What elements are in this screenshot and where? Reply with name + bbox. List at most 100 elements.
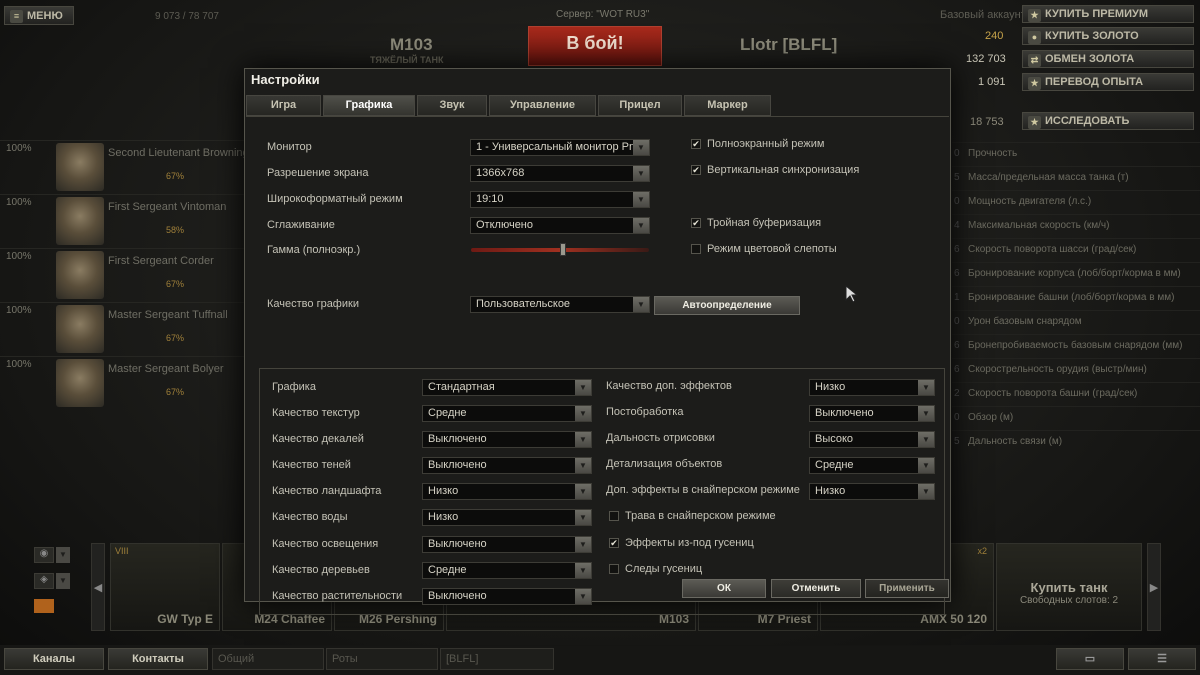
battle-button[interactable]: В бой! bbox=[528, 26, 662, 66]
decal-quality-select[interactable]: Выключено ▼ bbox=[422, 431, 592, 448]
vegetation-quality-value: Выключено bbox=[428, 590, 487, 602]
chevron-down-icon: ▼ bbox=[918, 432, 934, 447]
crew-portrait bbox=[56, 305, 104, 353]
channel-companies[interactable]: Роты bbox=[326, 648, 438, 670]
channel-common[interactable]: Общий bbox=[212, 648, 324, 670]
stat-label: Скорость поворота шасси (град/сек) bbox=[968, 244, 1137, 255]
monitor-select[interactable]: 1 - Универсальный монитор PnP ▼ bbox=[470, 139, 650, 156]
tree-quality-select[interactable]: Средне ▼ bbox=[422, 562, 592, 579]
resolution-select[interactable]: 1366x768 ▼ bbox=[470, 165, 650, 182]
crew-member[interactable]: 100% Master Sergeant Bolyer 67% bbox=[0, 356, 245, 408]
exchange-icon: ⇄ bbox=[1028, 54, 1041, 67]
carousel-right-arrow[interactable]: ▶ bbox=[1147, 543, 1161, 631]
texture-quality-select[interactable]: Средне ▼ bbox=[422, 405, 592, 422]
crew-pct: 100% bbox=[6, 251, 32, 262]
postprocessing-select[interactable]: Выключено ▼ bbox=[809, 405, 935, 422]
stat-label: Скорострельность орудия (выстр/мин) bbox=[968, 364, 1147, 375]
tab-graphics[interactable]: Графика bbox=[323, 95, 415, 116]
terrain-quality-select[interactable]: Низко ▼ bbox=[422, 483, 592, 500]
crew-portrait bbox=[56, 143, 104, 191]
cancel-button[interactable]: Отменить bbox=[771, 579, 861, 598]
crew-pct: 100% bbox=[6, 359, 32, 370]
chevron-down-icon: ▼ bbox=[575, 484, 591, 499]
object-detail-select[interactable]: Средне ▼ bbox=[809, 457, 935, 474]
crew-portrait bbox=[56, 251, 104, 299]
lighting-quality-select[interactable]: Выключено ▼ bbox=[422, 536, 592, 553]
sniper-effects-select[interactable]: Низко ▼ bbox=[809, 483, 935, 500]
player-name: Llotr [BLFL] bbox=[740, 35, 838, 54]
chevron-down-icon[interactable]: ▼ bbox=[56, 547, 70, 563]
menu-button[interactable]: ≡ МЕНЮ bbox=[4, 6, 74, 25]
carousel-left-arrow[interactable]: ◀ bbox=[91, 543, 105, 631]
track-marks-checkbox[interactable]: Следы гусениц bbox=[609, 563, 702, 575]
track-marks-label: Следы гусениц bbox=[625, 563, 703, 575]
tab-game[interactable]: Игра bbox=[246, 95, 321, 116]
crew-pct: 100% bbox=[6, 305, 32, 316]
stat-row: 0 Обзор (м) bbox=[952, 406, 1200, 430]
widescreen-value: 19:10 bbox=[476, 193, 504, 205]
track-effects-checkbox[interactable]: ✔ Эффекты из-под гусениц bbox=[609, 537, 754, 549]
chevron-down-icon: ▼ bbox=[575, 458, 591, 473]
grass-sniper-checkbox[interactable]: Трава в снайперском режиме bbox=[609, 510, 776, 522]
crew-member[interactable]: 100% Second Lieutenant Browning 67% bbox=[0, 140, 249, 192]
antialiasing-select[interactable]: Отключено ▼ bbox=[470, 217, 650, 234]
extra-effects-select[interactable]: Низко ▼ bbox=[809, 379, 935, 396]
tab-sound[interactable]: Звук bbox=[417, 95, 487, 116]
crew-member[interactable]: 100% First Sergeant Corder 67% bbox=[0, 248, 245, 300]
list-icon[interactable]: ☰ bbox=[1128, 648, 1196, 670]
buy-premium-button[interactable]: ★ КУПИТЬ ПРЕМИУМ bbox=[1022, 5, 1194, 23]
apply-button[interactable]: Применить bbox=[865, 579, 949, 598]
vegetation-quality-label: Качество растительности bbox=[272, 590, 403, 602]
draw-distance-label: Дальность отрисовки bbox=[606, 432, 715, 444]
terrain-quality-value: Низко bbox=[428, 485, 459, 497]
chevron-down-icon: ▼ bbox=[633, 297, 649, 312]
widescreen-select[interactable]: 19:10 ▼ bbox=[470, 191, 650, 208]
buy-gold-button[interactable]: ● КУПИТЬ ЗОЛОТО bbox=[1022, 27, 1194, 45]
buy-tank-slot[interactable]: Купить танк Свободных слотов: 2 bbox=[996, 543, 1142, 631]
convert-xp-button[interactable]: ★ ПЕРЕВОД ОПЫТА bbox=[1022, 73, 1194, 91]
gamma-slider[interactable] bbox=[471, 243, 649, 256]
tank-name: M103 bbox=[390, 35, 433, 54]
shadow-quality-select[interactable]: Выключено ▼ bbox=[422, 457, 592, 474]
tank-card[interactable]: VIII GW Typ E bbox=[110, 543, 220, 631]
gamma-slider-handle[interactable] bbox=[560, 243, 566, 256]
crew-member[interactable]: 100% First Sergeant Vintoman 58% bbox=[0, 194, 245, 246]
monitor-label: Монитор bbox=[267, 141, 312, 153]
vsync-checkbox[interactable]: ✔ Вертикальная синхронизация bbox=[691, 164, 859, 176]
fullscreen-checkbox[interactable]: ✔ Полноэкранный режим bbox=[691, 138, 825, 150]
shadow-quality-label: Качество теней bbox=[272, 459, 351, 471]
quality-preset-select[interactable]: Пользовательское ▼ bbox=[470, 296, 650, 313]
water-quality-select[interactable]: Низко ▼ bbox=[422, 509, 592, 526]
grass-sniper-label: Трава в снайперском режиме bbox=[625, 510, 776, 522]
chat-icon[interactable]: ▭ bbox=[1056, 648, 1124, 670]
nation-filter-icon[interactable]: ◉ bbox=[34, 547, 54, 563]
draw-distance-select[interactable]: Высоко ▼ bbox=[809, 431, 935, 448]
stat-label: Максимальная скорость (км/ч) bbox=[968, 220, 1110, 231]
crew-skill: 67% bbox=[166, 279, 185, 289]
triple-buffer-checkbox[interactable]: ✔ Тройная буферизация bbox=[691, 217, 821, 229]
ok-button[interactable]: ОК bbox=[682, 579, 766, 598]
crew-skill: 67% bbox=[166, 387, 185, 397]
auto-detect-button[interactable]: Автоопределение bbox=[654, 296, 800, 315]
graphics-select[interactable]: Стандартная ▼ bbox=[422, 379, 592, 396]
contacts-button[interactable]: Контакты bbox=[108, 648, 208, 670]
stat-label: Скорость поворота башни (град/сек) bbox=[968, 388, 1138, 399]
stat-label: Обзор (м) bbox=[968, 412, 1014, 423]
research-button[interactable]: ★ ИССЛЕДОВАТЬ bbox=[1022, 112, 1194, 130]
channels-button[interactable]: Каналы bbox=[4, 648, 104, 670]
tab-controls[interactable]: Управление bbox=[489, 95, 596, 116]
colorblind-checkbox[interactable]: Режим цветовой слепоты bbox=[691, 243, 837, 255]
type-filter-icon[interactable]: ◈ bbox=[34, 573, 54, 589]
exchange-gold-button[interactable]: ⇄ ОБМЕН ЗОЛОТА bbox=[1022, 50, 1194, 68]
object-detail-label: Детализация объектов bbox=[606, 458, 723, 470]
chevron-down-icon: ▼ bbox=[575, 510, 591, 525]
tab-marker[interactable]: Маркер bbox=[684, 95, 771, 116]
tab-sight[interactable]: Прицел bbox=[598, 95, 682, 116]
crew-name: Master Sergeant Bolyer bbox=[108, 363, 224, 375]
crew-pct: 100% bbox=[6, 197, 32, 208]
channel-clan[interactable]: [BLFL] bbox=[440, 648, 554, 670]
vegetation-quality-select[interactable]: Выключено ▼ bbox=[422, 588, 592, 605]
ready-filter-icon[interactable] bbox=[34, 599, 54, 613]
chevron-down-icon[interactable]: ▼ bbox=[56, 573, 70, 589]
crew-member[interactable]: 100% Master Sergeant Tuffnall 67% bbox=[0, 302, 245, 354]
